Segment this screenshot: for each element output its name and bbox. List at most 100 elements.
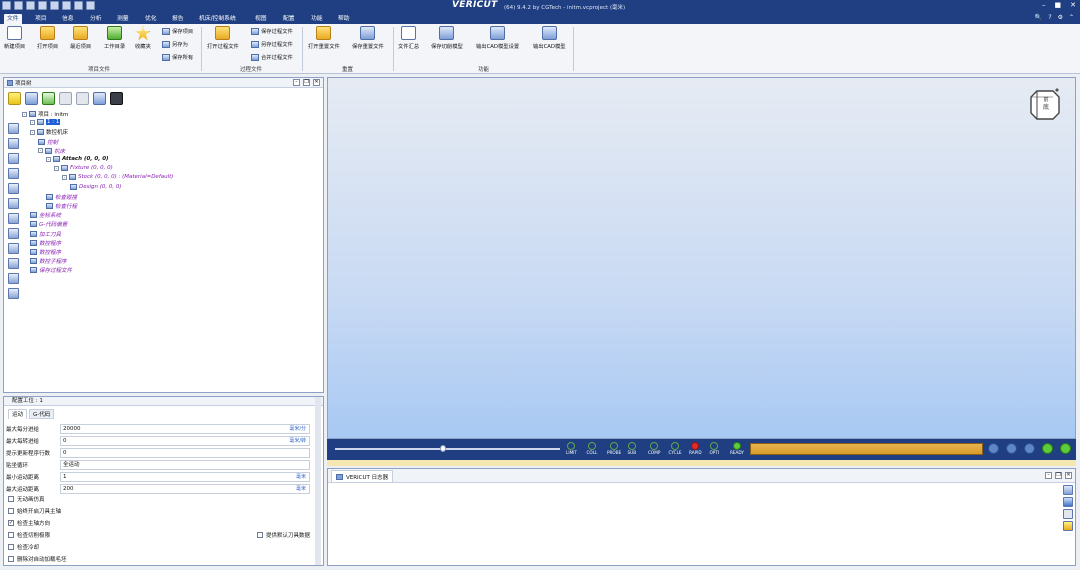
tab-machine-control[interactable]: 机床/控制系统: [196, 14, 239, 24]
tab-gcode[interactable]: G-代码: [29, 409, 55, 419]
speed-slider-knob[interactable]: [440, 445, 446, 452]
tab-measure[interactable]: 测量: [114, 14, 132, 24]
work-directory-button[interactable]: 工作目录: [104, 26, 125, 50]
disabled-icon[interactable]: [8, 273, 19, 284]
layout-icon[interactable]: [86, 1, 95, 10]
tab-motion[interactable]: 运动: [8, 409, 28, 419]
minimize-icon[interactable]: –: [1045, 472, 1052, 479]
tree-node[interactable]: - 机床: [38, 147, 65, 155]
tree-node[interactable]: - Stock (0, 0, 0) : (Material=Default): [62, 174, 173, 181]
tree-node[interactable]: 数控子程序: [30, 257, 67, 265]
close-icon[interactable]: ✕: [1070, 1, 1076, 9]
tree-node[interactable]: 检查行程: [46, 202, 77, 210]
gear-icon[interactable]: ⚙: [1058, 14, 1063, 21]
open-icon[interactable]: [2, 1, 11, 10]
tree-node[interactable]: 坐标系统: [30, 211, 61, 219]
undo-icon[interactable]: [59, 92, 72, 105]
play-icon[interactable]: [1060, 443, 1071, 454]
layout-icon[interactable]: [62, 1, 71, 10]
expand-toggle-icon[interactable]: -: [62, 174, 67, 180]
stock-icon[interactable]: [8, 153, 19, 164]
checkbox[interactable]: [8, 508, 14, 514]
config-checkbox[interactable]: 始终开启刀具主轴: [8, 507, 61, 515]
folder-icon[interactable]: [8, 288, 19, 299]
field-input[interactable]: 20000 毫米/分: [60, 423, 310, 434]
open-reset-button[interactable]: 打开重置文件: [308, 26, 340, 50]
checkbox[interactable]: [8, 544, 14, 550]
field-input[interactable]: 200 毫米: [60, 483, 310, 494]
field-input[interactable]: 0 毫米/转: [60, 435, 310, 446]
collapse-ribbon-icon[interactable]: ⌃: [1069, 14, 1074, 21]
save-all-button[interactable]: 保存所有: [162, 53, 193, 61]
disabled-icon[interactable]: [8, 258, 19, 269]
export-cad-settings-button[interactable]: 输出CAD模型设置: [476, 26, 519, 50]
default-tool-data-checkbox[interactable]: 提供默认刀具数据: [257, 531, 310, 539]
float-icon[interactable]: ❐: [1055, 472, 1062, 479]
close-icon[interactable]: ✕: [313, 79, 320, 86]
check-icon[interactable]: [1063, 497, 1073, 507]
log-tab[interactable]: VERICUT 日志器: [331, 470, 394, 482]
tab-info[interactable]: 信息: [59, 14, 77, 24]
config-checkbox[interactable]: 无动画仿真: [8, 495, 45, 503]
tab-optimize[interactable]: 优化: [142, 14, 160, 24]
recent-projects-button[interactable]: 最近项目: [70, 26, 91, 50]
axis-icon[interactable]: [8, 183, 19, 194]
tree-node[interactable]: 保存过程文件: [30, 266, 72, 274]
gcode-icon[interactable]: [8, 198, 19, 209]
tree-node[interactable]: 加工刀具: [30, 230, 61, 238]
maximize-icon[interactable]: ■: [1055, 1, 1062, 9]
layout-icon[interactable]: [74, 1, 83, 10]
binoculars-icon[interactable]: [110, 92, 123, 105]
export-cad-button[interactable]: 输出CAD模型: [533, 26, 566, 50]
copy-icon[interactable]: [93, 92, 106, 105]
tab-report[interactable]: 报告: [169, 14, 187, 24]
tree-node[interactable]: G-代码偏置: [30, 220, 67, 228]
save-reset-button[interactable]: 保存重置文件: [352, 26, 384, 50]
float-icon[interactable]: ❐: [303, 79, 310, 86]
expand-toggle-icon[interactable]: -: [38, 148, 43, 154]
project-tree-tab[interactable]: 项目树: [7, 79, 32, 87]
tab-project[interactable]: 项目: [32, 14, 50, 24]
redo-icon[interactable]: [76, 92, 89, 105]
tool-icon[interactable]: [8, 213, 19, 224]
filter-icon[interactable]: [1063, 509, 1073, 519]
scrollbar[interactable]: [315, 397, 321, 565]
graphics-viewport[interactable]: 底 前: [327, 77, 1076, 439]
config-checkbox[interactable]: 检查冷却: [8, 543, 39, 551]
tab-config[interactable]: 配置: [280, 14, 298, 24]
tree-node[interactable]: - 项目 : initm: [22, 110, 68, 118]
checkbox[interactable]: [8, 532, 14, 538]
tree-node[interactable]: - 1 : 1: [30, 119, 61, 126]
config-checkbox[interactable]: 删除对自动加载毛坯: [8, 555, 67, 563]
expand-toggle-icon[interactable]: -: [22, 111, 27, 117]
subprogram-icon[interactable]: [8, 243, 19, 254]
config-checkbox[interactable]: ✓ 检查主轴方向: [8, 519, 50, 527]
fixture-icon[interactable]: [8, 168, 19, 179]
tree-node[interactable]: - 数控机床: [30, 128, 68, 136]
checkbox[interactable]: [8, 496, 14, 502]
expand-toggle-icon[interactable]: -: [30, 119, 35, 125]
new-project-button[interactable]: 新建项目: [4, 26, 25, 50]
expand-toggle-icon[interactable]: -: [30, 129, 35, 135]
tree-node[interactable]: 数控程序: [30, 248, 61, 256]
save-process-as-button[interactable]: 另存过程文件: [251, 40, 293, 48]
field-input[interactable]: 1 毫米: [60, 471, 310, 482]
undo-icon[interactable]: [26, 1, 35, 10]
tab-file[interactable]: 文件: [4, 14, 22, 24]
info-icon[interactable]: [38, 1, 47, 10]
close-icon[interactable]: ✕: [1065, 472, 1072, 479]
tree-node[interactable]: 数控程序: [30, 239, 61, 247]
field-input[interactable]: 全运动: [60, 459, 310, 470]
open-process-button[interactable]: 打开过程文件: [207, 26, 239, 50]
tree-node[interactable]: - Fixture (0, 0, 0): [54, 165, 113, 172]
table-icon[interactable]: [25, 92, 38, 105]
add-component-icon[interactable]: [42, 92, 55, 105]
tab-help[interactable]: 帮助: [335, 14, 353, 24]
help-icon[interactable]: ?: [1048, 14, 1051, 21]
rewind-icon[interactable]: [1006, 443, 1017, 454]
field-input[interactable]: 0: [60, 447, 310, 458]
checkbox[interactable]: [8, 556, 14, 562]
save-process-button[interactable]: 保存过程文件: [251, 27, 293, 35]
tree-node[interactable]: - Attach (0, 0, 0): [46, 156, 109, 162]
tab-view[interactable]: 视图: [252, 14, 270, 24]
